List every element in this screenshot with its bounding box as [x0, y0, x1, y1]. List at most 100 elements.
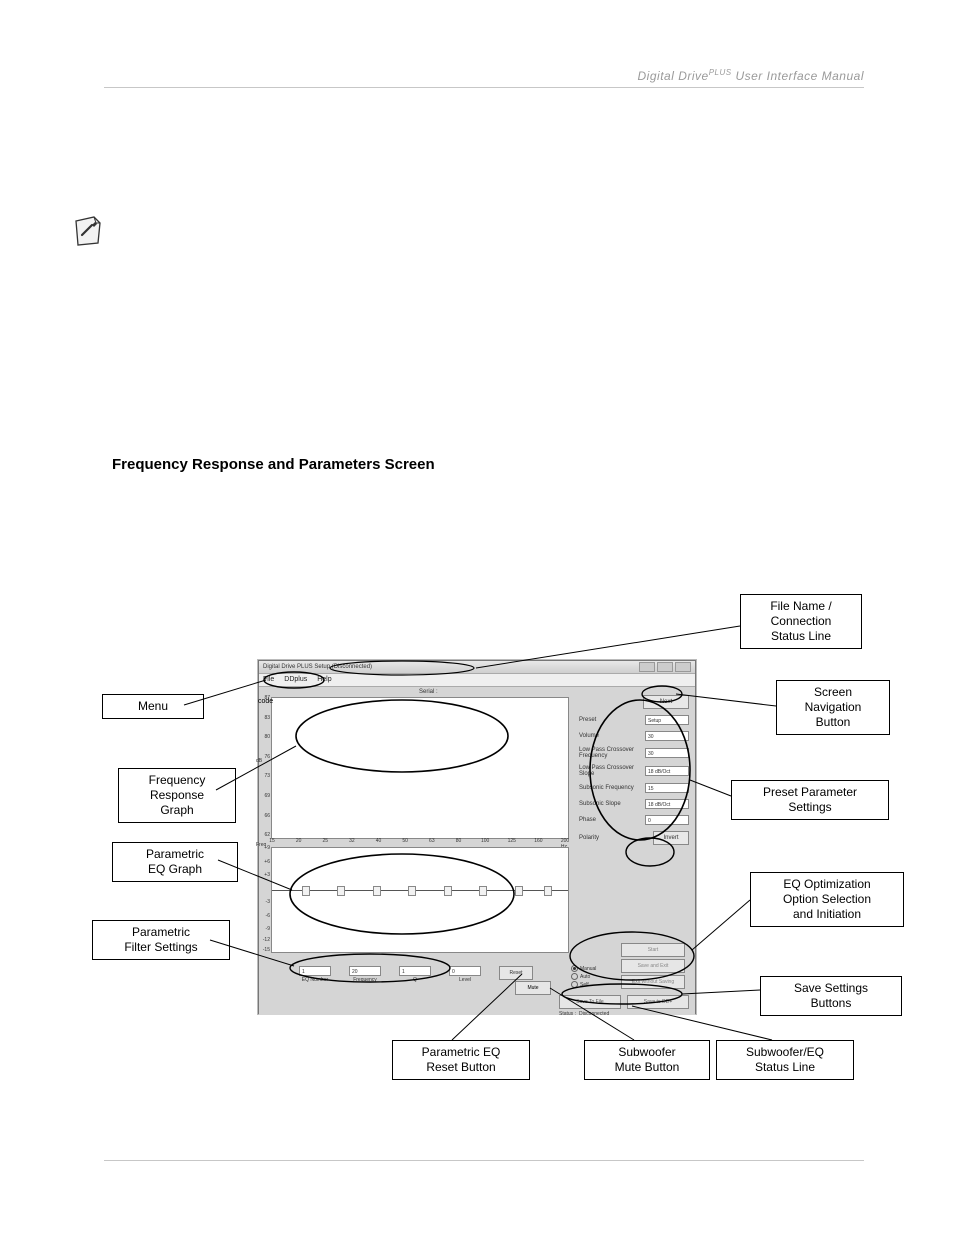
phase-input[interactable]: 0	[645, 815, 689, 825]
radio-icon	[571, 965, 578, 972]
filter-field: 1 EQ Number	[299, 966, 331, 983]
window-body: Serial : dB Freq 87 83 80 76 73 69 66cod…	[259, 687, 695, 1015]
eq-zero-line	[272, 890, 568, 891]
invert-button[interactable]: Invert	[653, 831, 689, 845]
callout-eq-graph: ParametricEQ Graph	[112, 842, 238, 882]
eq-q-input[interactable]: 1	[399, 966, 431, 976]
fr-x-tick: 63	[429, 838, 435, 844]
param-row: Preset Setup	[579, 715, 689, 725]
eq-handle[interactable]	[373, 886, 381, 896]
fr-x-tick: 15	[269, 838, 275, 844]
param-row: Low Pass Crossover Frequency 30	[579, 747, 689, 759]
fr-x-tick: 80	[456, 838, 462, 844]
eq-y-tick: +6	[264, 859, 270, 865]
param-row: Polarity Invert	[579, 831, 689, 845]
fr-y-tick: 66	[264, 813, 270, 819]
save-to-file-button[interactable]: Save To File	[559, 995, 621, 1009]
eq-frequency-input[interactable]: 20	[349, 966, 381, 976]
param-label: Subsonic Frequency	[579, 785, 642, 791]
serial-label: Serial :	[419, 689, 438, 695]
fr-x-axis: 15 20 25 32 40 50 63 80 100 125 160 200 …	[272, 838, 568, 846]
eq-y-tick: -3	[266, 899, 270, 905]
parametric-eq-graph: +9 +6 +3 -3 -6 -9 -12 -15	[271, 847, 569, 953]
callout-status-line: Subwoofer/EQStatus Line	[716, 1040, 854, 1080]
eq-handle[interactable]	[544, 886, 552, 896]
eq-y-tick: -9	[266, 926, 270, 932]
save-to-dd-button[interactable]: Save to DD+	[627, 995, 689, 1009]
filter-field: 1 Q	[399, 966, 431, 983]
fr-y-tick: 76	[264, 754, 270, 760]
menu-help[interactable]: Help	[317, 674, 331, 686]
filter-field: Reset	[499, 966, 533, 980]
close-button[interactable]	[675, 662, 691, 672]
param-row: Phase 0	[579, 815, 689, 825]
fr-x-tick: 50	[402, 838, 408, 844]
subsonic-freq-input[interactable]: 15	[645, 783, 689, 793]
param-label: Phase	[579, 817, 642, 823]
eq-handle[interactable]	[337, 886, 345, 896]
param-label: Subsonic Slope	[579, 801, 642, 807]
status-value: Disconnected	[579, 1011, 609, 1017]
mute-button[interactable]: Mute	[515, 981, 551, 995]
menu-ddplus[interactable]: DDplus	[284, 674, 307, 686]
status-line: Status : Disconnected	[559, 1011, 609, 1017]
opt-radio-auto[interactable]: Auto	[571, 973, 621, 980]
filter-label: Q	[413, 977, 417, 983]
callout-save: Save SettingsButtons	[760, 976, 902, 1016]
eq-optimization-buttons: Start Save and Exit Exit without Saving	[621, 943, 685, 989]
eq-y-tick: +9	[264, 845, 270, 851]
fr-y-tick: 80	[264, 734, 270, 740]
title-bar: Digital Drive PLUS Setup (Disconnected)	[259, 661, 695, 674]
param-label: Low Pass Crossover Slope	[579, 765, 642, 777]
eq-level-input[interactable]: 0	[449, 966, 481, 976]
filter-label: Level	[459, 977, 471, 983]
param-label: Polarity	[579, 835, 650, 841]
param-row: Subsonic Slope 18 dB/Oct	[579, 799, 689, 809]
volume-input[interactable]: 30	[645, 731, 689, 741]
callout-filter: ParametricFilter Settings	[92, 920, 230, 960]
callout-nav: ScreenNavigationButton	[776, 680, 890, 735]
eq-handle[interactable]	[479, 886, 487, 896]
eq-reset-button[interactable]: Reset	[499, 966, 533, 980]
param-row: Low Pass Crossover Slope 18 dB/Oct	[579, 765, 689, 777]
param-label: Volume	[579, 733, 642, 739]
fr-x-tick: 25	[322, 838, 328, 844]
minimize-button[interactable]	[639, 662, 655, 672]
header-sup: PLUS	[709, 68, 732, 77]
menu-file[interactable]: File	[263, 674, 274, 686]
eq-handle[interactable]	[515, 886, 523, 896]
eq-optimization-options: Manual Auto Self	[571, 965, 621, 989]
eq-handle[interactable]	[444, 886, 452, 896]
save-and-exit-button[interactable]: Save and Exit	[621, 959, 685, 973]
opt-radio-manual[interactable]: Manual	[571, 965, 621, 972]
eq-number-select[interactable]: 1	[299, 966, 331, 976]
filter-label: Frequency	[353, 977, 377, 983]
opt-radio-self[interactable]: Self	[571, 981, 621, 988]
fr-y-tick: 73	[264, 773, 270, 779]
param-label: Preset	[579, 717, 642, 723]
eq-handle[interactable]	[408, 886, 416, 896]
header-suffix: User Interface Manual	[732, 69, 864, 83]
next-button[interactable]: Next	[643, 695, 689, 709]
maximize-button[interactable]	[657, 662, 673, 672]
lpxover-freq-input[interactable]: 30	[645, 748, 689, 758]
running-header: Digital DrivePLUS User Interface Manual	[104, 68, 864, 88]
exit-without-saving-button[interactable]: Exit without Saving	[621, 975, 685, 989]
lpxover-slope-select[interactable]: 18 dB/Oct	[645, 766, 689, 776]
window-title: Digital Drive PLUS Setup (Disconnected)	[263, 661, 372, 673]
save-buttons-row: Save To File Save to DD+	[559, 995, 689, 1009]
eq-handle[interactable]	[302, 886, 310, 896]
status-label: Status :	[559, 1011, 576, 1017]
footer-rule	[104, 1160, 864, 1161]
fr-x-tick: 100	[481, 838, 489, 844]
fr-y-tick: 87	[264, 695, 270, 701]
preset-select[interactable]: Setup	[645, 715, 689, 725]
filter-field: 20 Frequency	[349, 966, 381, 983]
subsonic-slope-select[interactable]: 18 dB/Oct	[645, 799, 689, 809]
fr-x-tick: 20	[296, 838, 302, 844]
filter-field: 0 Level	[449, 966, 481, 983]
preset-parameter-panel: Next Preset Setup Volume 30 Low Pass Cro…	[579, 695, 689, 851]
param-row: Subsonic Frequency 15	[579, 783, 689, 793]
start-button[interactable]: Start	[621, 943, 685, 957]
header-prefix: Digital Drive	[638, 69, 709, 83]
